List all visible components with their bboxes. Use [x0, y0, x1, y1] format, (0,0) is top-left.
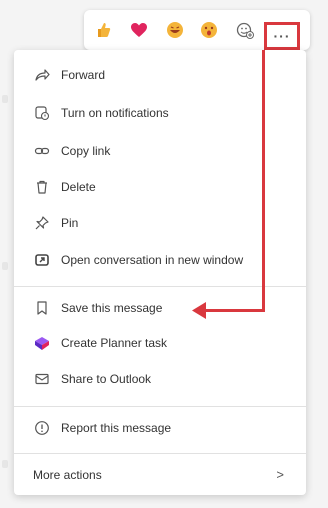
background-text-fragment	[2, 460, 8, 468]
menu-item-more-actions[interactable]: More actions >	[14, 458, 306, 492]
pin-icon	[32, 213, 52, 233]
bookmark-icon	[32, 298, 52, 318]
menu-divider	[14, 453, 306, 454]
menu-divider	[14, 406, 306, 407]
laugh-emoji-icon[interactable]	[164, 19, 186, 41]
teams-message-view: ··· Forward Turn on notifications Copy l…	[0, 0, 328, 508]
more-options-icon: ···	[273, 28, 291, 44]
heart-emoji-icon[interactable]	[128, 19, 150, 41]
more-options-button[interactable]: ···	[264, 22, 300, 50]
background-text-fragment	[2, 262, 8, 270]
link-icon	[32, 141, 52, 161]
like-emoji-icon[interactable]	[92, 19, 114, 41]
planner-icon	[32, 333, 52, 353]
menu-item-create-planner-task[interactable]: Create Planner task	[14, 326, 306, 360]
pop-out-icon	[32, 250, 52, 270]
report-icon	[32, 418, 52, 438]
annotation-arrow-horizontal	[203, 309, 265, 312]
chevron-right-icon: >	[276, 467, 284, 482]
menu-item-share-to-outlook[interactable]: Share to Outlook	[14, 362, 306, 396]
menu-item-report-this-message[interactable]: Report this message	[14, 411, 306, 445]
add-reaction-icon[interactable]	[234, 19, 256, 41]
forward-icon	[32, 65, 52, 85]
surprised-emoji-icon[interactable]	[198, 19, 220, 41]
background-text-fragment	[2, 95, 8, 103]
outlook-mail-icon	[32, 369, 52, 389]
trash-icon	[32, 177, 52, 197]
notification-icon	[32, 103, 52, 123]
annotation-arrowhead	[192, 302, 206, 319]
annotation-arrow-vertical	[262, 50, 265, 312]
